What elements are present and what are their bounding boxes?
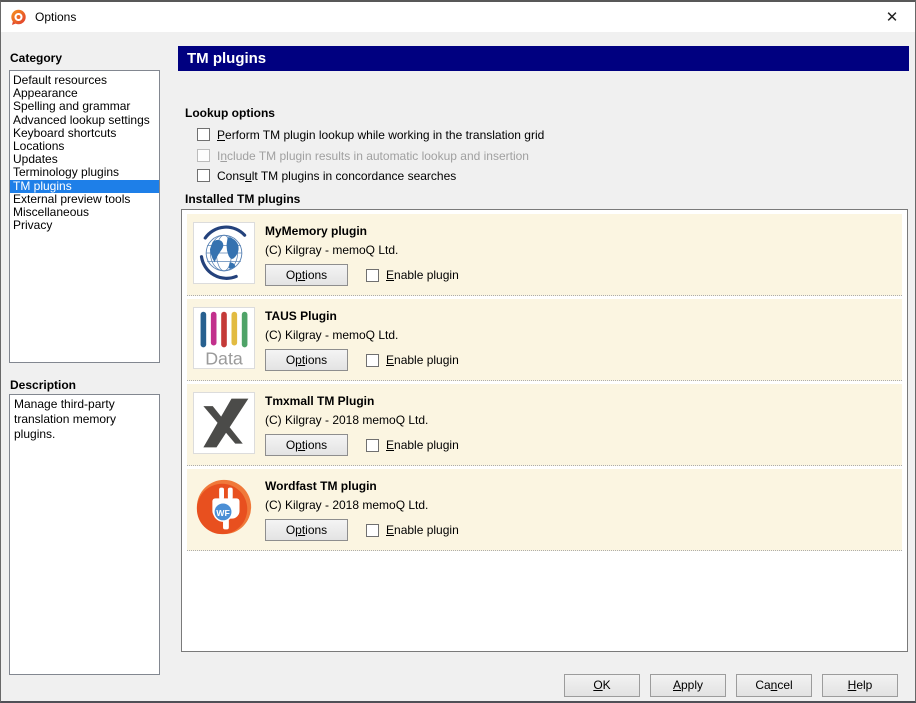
plugin-copyright: (C) Kilgray - 2018 memoQ Ltd. [265, 498, 459, 512]
wordfast-enable-checkbox[interactable] [366, 524, 379, 537]
description-box: Manage third-party translation memory pl… [9, 394, 160, 675]
taus-enable-row: Enable plugin [366, 353, 459, 367]
mymemory-enable-row: Enable plugin [366, 268, 459, 282]
plugin-row-taus: Data TAUS Plugin (C) Kilgray - memoQ Ltd… [187, 299, 902, 381]
plugin-copyright: (C) Kilgray - memoQ Ltd. [265, 243, 459, 257]
plugin-name: Wordfast TM plugin [265, 479, 459, 493]
include-results-label: Include TM plugin results in automatic l… [217, 149, 529, 163]
consult-concordance-checkbox[interactable] [197, 169, 210, 182]
plugin-copyright: (C) Kilgray - 2018 memoQ Ltd. [265, 413, 459, 427]
svg-text:WF: WF [216, 508, 230, 518]
sidebar-item-advanced-lookup[interactable]: Advanced lookup settings [10, 114, 159, 127]
apply-button[interactable]: Apply [650, 674, 726, 697]
sidebar-item-terminology-plugins[interactable]: Terminology plugins [10, 166, 159, 179]
plugin-row-wordfast: WF Wordfast TM plugin (C) Kilgray - 2018… [187, 469, 902, 551]
plugin-row-tmxmall: Tmxmall TM Plugin (C) Kilgray - 2018 mem… [187, 384, 902, 466]
plugin-name: MyMemory plugin [265, 224, 459, 238]
category-listbox: Default resources Appearance Spelling an… [9, 70, 160, 363]
mymemory-enable-checkbox[interactable] [366, 269, 379, 282]
memoq-logo-icon [10, 9, 27, 26]
title-bar: Options ✕ [1, 2, 915, 32]
plugin-copyright: (C) Kilgray - memoQ Ltd. [265, 328, 459, 342]
category-label: Category [10, 51, 62, 65]
sidebar-item-privacy[interactable]: Privacy [10, 219, 159, 232]
taus-options-button[interactable]: Options [265, 349, 348, 371]
include-results-checkbox [197, 149, 210, 162]
enable-plugin-label: Enable plugin [386, 353, 459, 367]
enable-plugin-label: Enable plugin [386, 523, 459, 537]
enable-plugin-label: Enable plugin [386, 268, 459, 282]
tmxmall-options-button[interactable]: Options [265, 434, 348, 456]
checkbox-row-perform-lookup: Perform TM plugin lookup while working i… [197, 128, 544, 142]
wordfast-enable-row: Enable plugin [366, 523, 459, 537]
checkbox-row-consult-concordance: Consult TM plugins in concordance search… [197, 169, 456, 183]
sidebar-item-tm-plugins[interactable]: TM plugins [10, 180, 159, 193]
close-icon[interactable]: ✕ [875, 2, 909, 32]
taus-data-icon: Data [193, 307, 255, 369]
lookup-options-label: Lookup options [185, 106, 275, 120]
consult-concordance-label: Consult TM plugins in concordance search… [217, 169, 456, 183]
wordfast-plug-icon: WF [193, 477, 255, 539]
tmxmall-enable-row: Enable plugin [366, 438, 459, 452]
page-title: TM plugins [178, 46, 909, 71]
perform-lookup-checkbox[interactable] [197, 128, 210, 141]
window-title: Options [35, 10, 76, 24]
svg-text:Data: Data [205, 348, 243, 368]
globe-icon [193, 222, 255, 284]
plugin-name: TAUS Plugin [265, 309, 459, 323]
plugin-name: Tmxmall TM Plugin [265, 394, 459, 408]
taus-enable-checkbox[interactable] [366, 354, 379, 367]
options-dialog: Options ✕ Category Default resources App… [0, 0, 916, 703]
cancel-button[interactable]: Cancel [736, 674, 812, 697]
plugin-row-mymemory: MyMemory plugin (C) Kilgray - memoQ Ltd.… [187, 214, 902, 296]
perform-lookup-label: Perform TM plugin lookup while working i… [217, 128, 544, 142]
sidebar-item-spelling-grammar[interactable]: Spelling and grammar [10, 100, 159, 113]
installed-plugins-label: Installed TM plugins [185, 192, 300, 206]
tmxmall-enable-checkbox[interactable] [366, 439, 379, 452]
enable-plugin-label: Enable plugin [386, 438, 459, 452]
mymemory-options-button[interactable]: Options [265, 264, 348, 286]
installed-plugins-list: MyMemory plugin (C) Kilgray - memoQ Ltd.… [181, 209, 908, 652]
tmxmall-x-icon [193, 392, 255, 454]
checkbox-row-include-results: Include TM plugin results in automatic l… [197, 149, 529, 163]
description-label: Description [10, 378, 76, 392]
help-button[interactable]: Help [822, 674, 898, 697]
ok-button[interactable]: OK [564, 674, 640, 697]
wordfast-options-button[interactable]: Options [265, 519, 348, 541]
